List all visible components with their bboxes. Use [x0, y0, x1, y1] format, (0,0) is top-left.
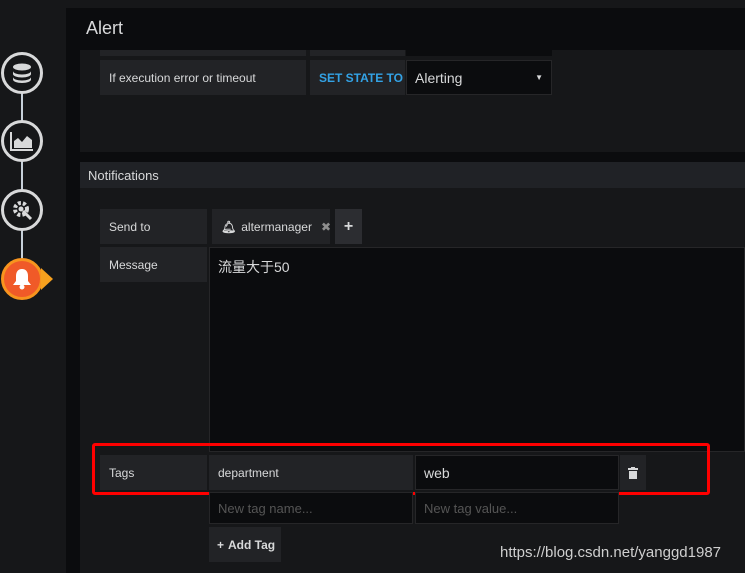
state-select[interactable]: Alerting ▼: [406, 60, 552, 95]
watermark: https://blog.csdn.net/yanggd1987: [500, 544, 722, 561]
chart-area-icon: [10, 132, 33, 151]
highlight-box: [92, 443, 710, 495]
add-tag-button[interactable]: + Add Tag: [209, 527, 281, 562]
page-title: Alert: [86, 18, 124, 38]
new-tag-value-input[interactable]: New tag value...: [415, 492, 619, 524]
gear-wrench-icon: [13, 201, 33, 221]
error-label: If execution error or timeout: [100, 60, 306, 95]
prev-row-label: [100, 50, 306, 56]
message-textarea[interactable]: 流量大于50: [209, 247, 745, 452]
step-general[interactable]: [1, 189, 43, 231]
active-step-arrow: [41, 268, 53, 290]
state-value: Alerting: [415, 69, 463, 86]
step-visualization[interactable]: [1, 120, 43, 162]
step-alert[interactable]: [1, 258, 43, 300]
set-state-label: SET STATE TO: [310, 60, 405, 95]
channel-chip[interactable]: 🔔︎ altermanager ✖: [212, 209, 331, 244]
bell-icon: [13, 269, 31, 290]
add-channel-button[interactable]: +: [335, 209, 362, 244]
notifications-header: Notifications: [80, 162, 745, 188]
bell-icon: 🔔︎: [221, 219, 237, 234]
channel-name: altermanager: [241, 219, 312, 234]
prev-row-select: [406, 50, 552, 56]
steps-connector: [21, 90, 23, 260]
new-tag-name-input[interactable]: New tag name...: [209, 492, 413, 524]
step-queries[interactable]: [1, 52, 43, 94]
prev-row-keyword: [310, 50, 405, 56]
caret-down-icon: ▼: [535, 73, 543, 82]
message-label: Message: [100, 247, 207, 282]
plus-icon: +: [217, 537, 225, 552]
remove-channel-icon[interactable]: ✖: [321, 220, 331, 234]
send-to-label: Send to: [100, 209, 207, 244]
add-tag-label: Add Tag: [228, 537, 276, 552]
database-icon: [13, 63, 31, 83]
